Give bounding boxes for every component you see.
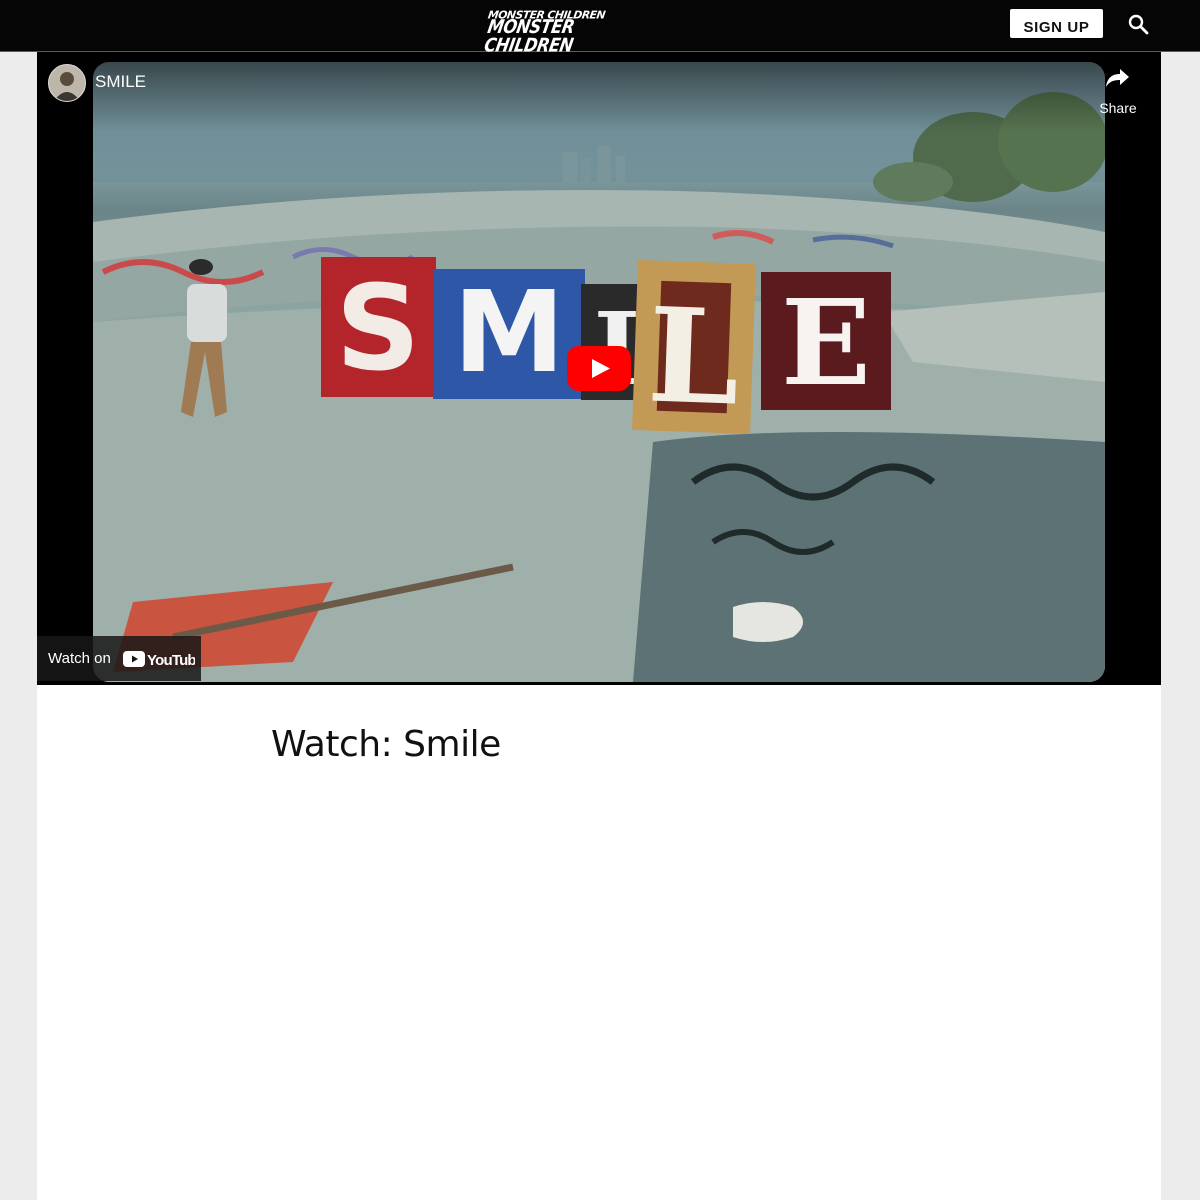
search-button[interactable] [1126,12,1152,38]
overlay-letter-l: L [645,278,742,434]
share-label: Share [1099,100,1137,116]
avatar[interactable] [48,64,86,102]
overlay-letter-m: M [453,268,564,398]
avatar-icon [49,65,85,101]
search-icon [1128,14,1149,35]
watch-on-youtube-button[interactable]: Watch on YouTube [37,636,201,681]
play-button[interactable] [567,346,631,391]
site-header: MONSTER CHILDREN MONSTER CHILDREN SIGN U… [0,0,1200,57]
overlay-letter-s: S [336,259,421,397]
sign-up-button[interactable]: SIGN UP [1010,9,1103,38]
youtube-play-icon [567,346,631,391]
video-top-gradient [37,52,1161,132]
share-arrow-icon [1106,69,1129,87]
watch-on-label: Watch on [48,650,111,667]
youtube-logo-icon: YouTube [123,651,195,669]
share-button[interactable]: Share [1095,64,1141,116]
youtube-logo-text: YouTube [147,652,195,669]
page-title: Watch: Smile [271,724,501,765]
video-player[interactable]: S M I L E [37,52,1161,685]
logo-line-main: MONSTER CHILDREN [482,16,576,57]
article-content: S M I L E [37,52,1161,1200]
video-title[interactable]: SMILE [95,72,146,92]
overlay-letter-e: E [781,273,871,412]
site-logo[interactable]: MONSTER CHILDREN MONSTER CHILDREN [482,9,608,57]
